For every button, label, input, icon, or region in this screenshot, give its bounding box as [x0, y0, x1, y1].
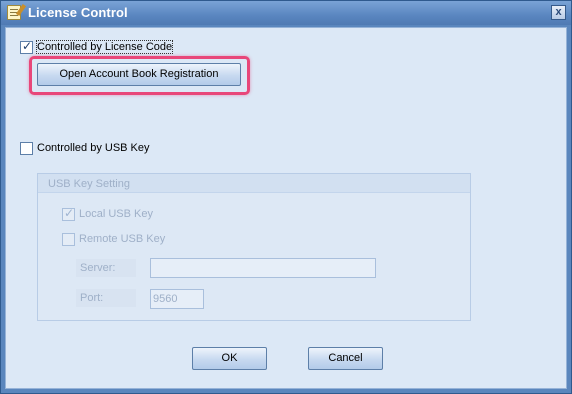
close-icon[interactable]: x: [551, 5, 566, 20]
remote-usb-key-label[interactable]: Remote USB Key: [79, 233, 165, 245]
port-input[interactable]: 9560: [150, 289, 204, 309]
license-code-label[interactable]: Controlled by License Code: [35, 40, 174, 54]
cancel-button[interactable]: Cancel: [308, 347, 383, 370]
usb-key-label[interactable]: Controlled by USB Key: [37, 142, 150, 154]
usb-key-setting-group: USB Key Setting Local USB Key Remote USB…: [37, 173, 471, 321]
usb-key-checkbox[interactable]: [20, 142, 33, 155]
window-title: License Control: [28, 5, 128, 20]
server-label: Server:: [76, 259, 136, 277]
ok-button[interactable]: OK: [192, 347, 267, 370]
remote-usb-key-checkbox[interactable]: [62, 233, 75, 246]
open-registration-button[interactable]: Open Account Book Registration: [37, 63, 241, 86]
local-usb-key-label[interactable]: Local USB Key: [79, 208, 153, 220]
dialog-body: Controlled by License Code Open Account …: [5, 27, 567, 389]
license-code-checkbox[interactable]: [20, 39, 33, 54]
title-bar[interactable]: License Control x: [1, 1, 571, 25]
group-header: USB Key Setting: [38, 174, 470, 193]
notepad-icon: [7, 5, 21, 20]
port-label: Port:: [76, 289, 136, 307]
server-input[interactable]: [150, 258, 376, 278]
license-control-window: License Control x Controlled by License …: [0, 0, 572, 394]
local-usb-key-checkbox[interactable]: [62, 206, 75, 221]
group-title: USB Key Setting: [48, 178, 130, 190]
